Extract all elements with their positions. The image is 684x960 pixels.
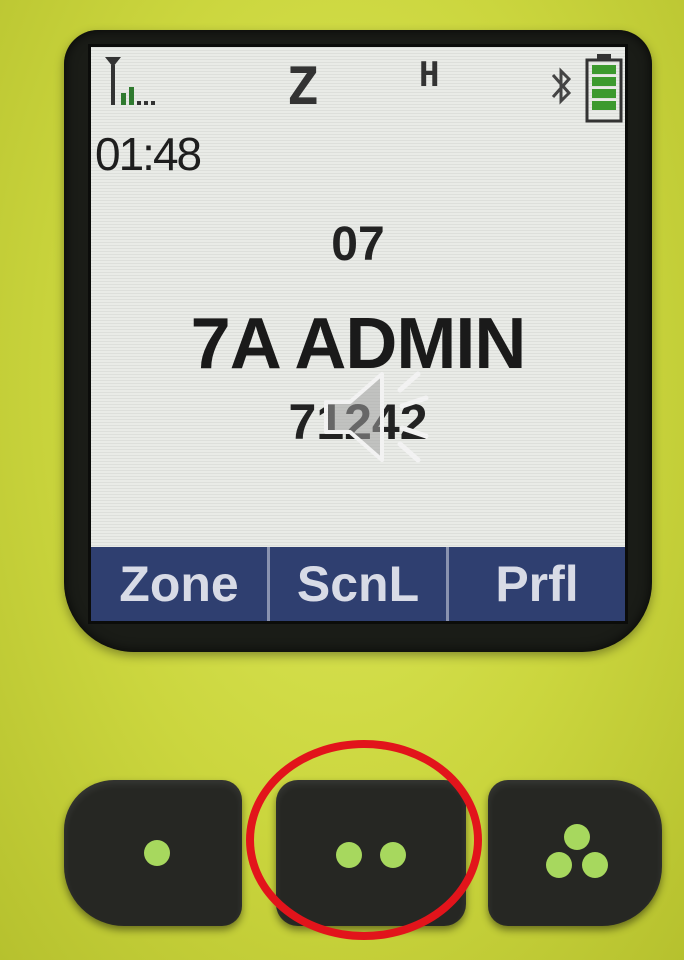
speaker-audio-icon[interactable]	[318, 362, 438, 472]
double-dot-icon	[336, 842, 362, 868]
triple-dot-icon	[582, 852, 608, 878]
signal-strength-icon	[105, 57, 155, 105]
triple-dot-icon	[564, 824, 590, 850]
hardware-softkey-2-button[interactable]	[276, 780, 466, 926]
softkey-bar: Zone ScnL Prfl	[91, 547, 625, 621]
softkey-scan-list[interactable]: ScnL	[270, 547, 449, 621]
hardware-softkey-3-button[interactable]	[488, 780, 662, 926]
hardware-softkey-1-button[interactable]	[64, 780, 242, 926]
hardware-button-row	[64, 780, 662, 930]
channel-number: 07	[331, 218, 385, 271]
softkey-zone[interactable]: Zone	[91, 547, 270, 621]
power-level-indicator: H	[419, 55, 440, 95]
zone-indicator: Z	[287, 57, 319, 117]
clock-time: 01:48	[95, 128, 202, 180]
display-screen: Z H 01:48 07 7A ADMIN 71242 Zone ScnL Pr…	[88, 44, 628, 624]
status-bar: Z H	[91, 47, 625, 127]
triple-dot-icon	[546, 852, 572, 878]
battery-full-icon	[585, 54, 623, 123]
bluetooth-icon	[551, 67, 572, 105]
softkey-profile[interactable]: Prfl	[449, 547, 625, 621]
single-dot-icon	[144, 840, 170, 866]
double-dot-icon	[380, 842, 406, 868]
